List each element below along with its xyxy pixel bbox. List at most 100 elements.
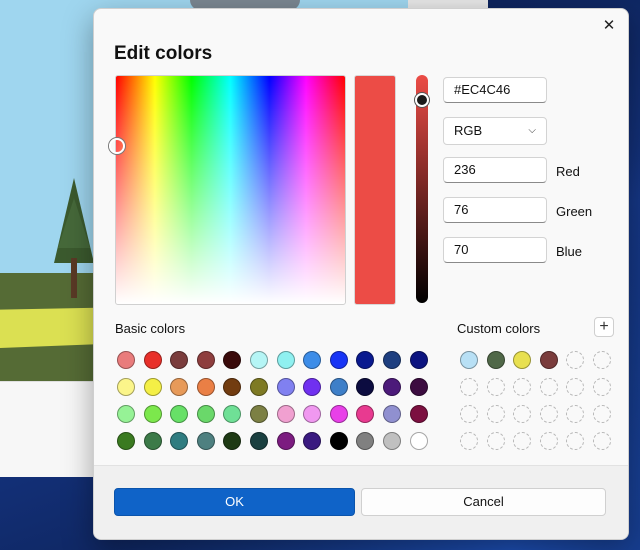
color-spectrum[interactable] (109, 75, 346, 305)
color-preview (354, 75, 396, 305)
custom-color-empty-slot[interactable] (566, 405, 585, 423)
custom-color-empty-slot[interactable] (592, 405, 611, 423)
basic-color-swatch[interactable] (249, 351, 268, 369)
custom-color-empty-slot[interactable] (486, 432, 505, 450)
basic-color-swatch[interactable] (117, 351, 135, 369)
basic-color-swatch[interactable] (329, 351, 348, 369)
basic-color-swatch[interactable] (117, 405, 135, 423)
basic-color-swatch[interactable] (329, 432, 348, 450)
basic-color-swatch[interactable] (143, 405, 162, 423)
basic-color-swatch[interactable] (196, 378, 215, 396)
basic-color-swatch[interactable] (303, 405, 322, 423)
basic-color-swatch[interactable] (170, 378, 189, 396)
basic-color-swatch[interactable] (276, 432, 295, 450)
basic-color-swatch[interactable] (170, 351, 189, 369)
basic-color-swatch[interactable] (170, 405, 189, 423)
custom-color-empty-slot[interactable] (566, 378, 585, 396)
basic-color-swatch[interactable] (196, 432, 215, 450)
canvas-tree (52, 178, 96, 298)
basic-color-swatch[interactable] (143, 378, 162, 396)
basic-color-swatch[interactable] (196, 405, 215, 423)
add-custom-color-button[interactable]: + (594, 317, 614, 337)
color-mode-select[interactable]: RGB ⌵ (443, 117, 547, 145)
close-button[interactable]: ✕ (596, 13, 622, 37)
dialog-footer: OK Cancel (94, 465, 628, 539)
custom-color-empty-slot[interactable] (486, 405, 505, 423)
edit-colors-dialog: ✕ Edit colors #EC4C46 RGB ⌵ 236 Red 76 G… (93, 8, 629, 540)
chevron-down-icon: ⌵ (528, 125, 536, 136)
custom-color-empty-slot[interactable] (486, 378, 505, 396)
ok-button[interactable]: OK (114, 488, 355, 516)
custom-color-empty-slot[interactable] (539, 432, 558, 450)
close-icon: ✕ (602, 17, 616, 34)
green-input[interactable]: 76 (443, 197, 547, 223)
basic-color-swatch[interactable] (223, 432, 242, 450)
custom-color-empty-slot[interactable] (460, 405, 478, 423)
custom-color-empty-slot[interactable] (513, 405, 532, 423)
cancel-button[interactable]: Cancel (361, 488, 606, 516)
basic-color-swatch[interactable] (409, 351, 428, 369)
custom-color-empty-slot[interactable] (460, 432, 478, 450)
custom-color-swatch[interactable] (539, 351, 558, 369)
hex-input[interactable]: #EC4C46 (443, 77, 547, 103)
color-mode-value: RGB (454, 123, 483, 138)
plus-icon: + (599, 318, 609, 335)
basic-color-swatch[interactable] (356, 432, 375, 450)
basic-colors-grid (117, 351, 428, 450)
basic-color-swatch[interactable] (143, 432, 162, 450)
custom-color-empty-slot[interactable] (513, 378, 532, 396)
basic-color-swatch[interactable] (249, 405, 268, 423)
custom-color-empty-slot[interactable] (539, 405, 558, 423)
green-label: Green (556, 204, 593, 219)
basic-color-swatch[interactable] (170, 432, 189, 450)
blue-label: Blue (556, 244, 583, 259)
custom-color-empty-slot[interactable] (566, 351, 585, 369)
basic-color-swatch[interactable] (303, 378, 322, 396)
basic-color-swatch[interactable] (276, 405, 295, 423)
basic-color-swatch[interactable] (249, 432, 268, 450)
basic-color-swatch[interactable] (409, 405, 428, 423)
custom-color-empty-slot[interactable] (592, 351, 611, 369)
blue-input[interactable]: 70 (443, 237, 547, 263)
custom-color-swatch[interactable] (460, 351, 478, 369)
basic-color-swatch[interactable] (143, 351, 162, 369)
basic-color-swatch[interactable] (196, 351, 215, 369)
basic-color-swatch[interactable] (329, 378, 348, 396)
basic-color-swatch[interactable] (276, 351, 295, 369)
basic-color-swatch[interactable] (382, 405, 401, 423)
custom-color-empty-slot[interactable] (513, 432, 532, 450)
basic-color-swatch[interactable] (117, 378, 135, 396)
custom-color-swatch[interactable] (513, 351, 532, 369)
basic-color-swatch[interactable] (356, 405, 375, 423)
basic-color-swatch[interactable] (409, 432, 428, 450)
basic-color-swatch[interactable] (356, 378, 375, 396)
basic-color-swatch[interactable] (303, 351, 322, 369)
custom-colors-grid (460, 351, 611, 450)
spectrum-cursor[interactable] (109, 138, 125, 154)
basic-color-swatch[interactable] (382, 432, 401, 450)
red-input[interactable]: 236 (443, 157, 547, 183)
basic-color-swatch[interactable] (409, 378, 428, 396)
dialog-title: Edit colors (114, 43, 213, 64)
custom-colors-label: Custom colors (457, 321, 541, 336)
brightness-slider[interactable] (415, 75, 429, 303)
basic-color-swatch[interactable] (117, 432, 135, 450)
custom-color-empty-slot[interactable] (592, 432, 611, 450)
custom-color-swatch[interactable] (486, 351, 505, 369)
custom-color-empty-slot[interactable] (566, 432, 585, 450)
basic-color-swatch[interactable] (382, 351, 401, 369)
custom-color-empty-slot[interactable] (460, 378, 478, 396)
basic-color-swatch[interactable] (249, 378, 268, 396)
basic-color-swatch[interactable] (303, 432, 322, 450)
basic-color-swatch[interactable] (276, 378, 295, 396)
basic-colors-label: Basic colors (115, 321, 186, 336)
brightness-slider-thumb[interactable] (415, 93, 429, 107)
basic-color-swatch[interactable] (382, 378, 401, 396)
custom-color-empty-slot[interactable] (539, 378, 558, 396)
custom-color-empty-slot[interactable] (592, 378, 611, 396)
basic-color-swatch[interactable] (223, 351, 242, 369)
basic-color-swatch[interactable] (223, 405, 242, 423)
basic-color-swatch[interactable] (223, 378, 242, 396)
basic-color-swatch[interactable] (356, 351, 375, 369)
basic-color-swatch[interactable] (329, 405, 348, 423)
